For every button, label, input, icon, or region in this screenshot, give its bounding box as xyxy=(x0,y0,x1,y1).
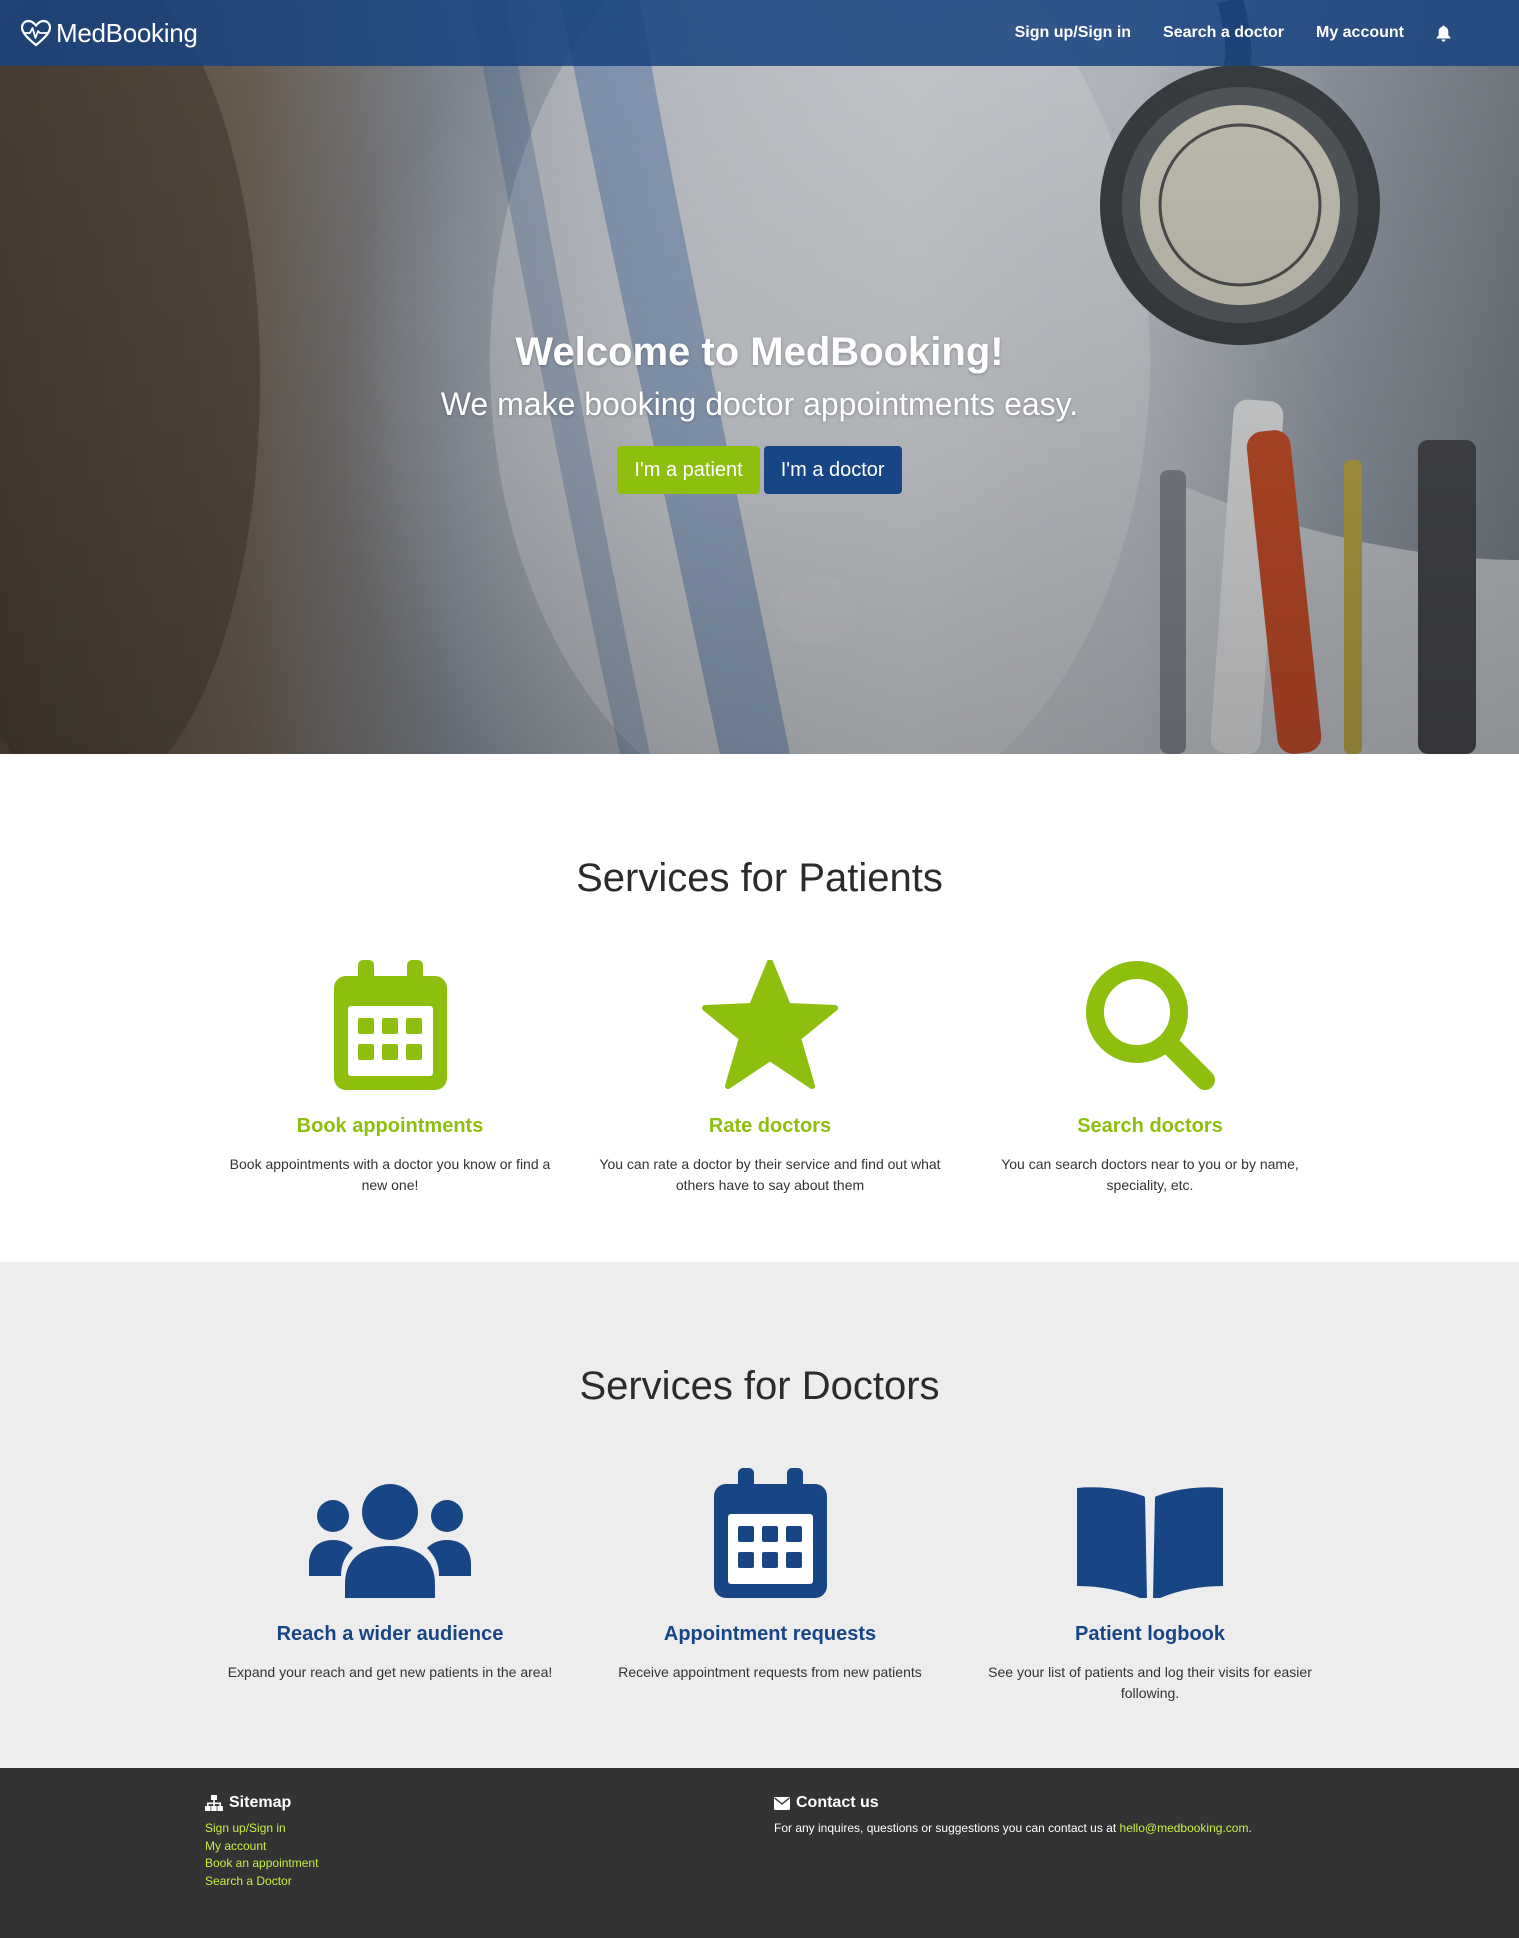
bell-icon xyxy=(1436,25,1451,42)
doctor-button[interactable]: I'm a doctor xyxy=(763,446,902,494)
doctor-card-requests-desc: Receive appointment requests from new pa… xyxy=(618,1664,922,1680)
sitemap-list: Sign up/Sign in My account Book an appoi… xyxy=(205,1820,318,1890)
doctors-services-section: Services for Doctors Reach a wider audie… xyxy=(0,1262,1519,1768)
doctor-card-logbook-title: Patient logbook xyxy=(1075,1623,1225,1645)
hero-buttons: I'm a patient I'm a doctor xyxy=(0,446,1519,494)
envelope-icon xyxy=(774,1796,790,1810)
patient-card-rate-desc: You can rate a doctor by their service a… xyxy=(599,1156,941,1193)
doctor-card-requests: Appointment requests Receive appointment… xyxy=(580,1468,960,1704)
sitemap-link-search[interactable]: Search a Doctor xyxy=(205,1874,292,1888)
sitemap-icon xyxy=(205,1795,223,1811)
sitemap-link-signup[interactable]: Sign up/Sign in xyxy=(205,1821,286,1835)
patient-card-book: Book appointments Book appointments with… xyxy=(200,960,580,1196)
doctor-card-logbook-desc: See your list of patients and log their … xyxy=(988,1664,1312,1701)
contact-end: . xyxy=(1248,1821,1252,1835)
patient-card-rate: Rate doctors You can rate a doctor by th… xyxy=(580,960,960,1196)
doctor-card-audience-title: Reach a wider audience xyxy=(276,1623,504,1645)
patients-cards: Book appointments Book appointments with… xyxy=(200,960,1340,1196)
sitemap-link-book[interactable]: Book an appointment xyxy=(205,1856,318,1870)
calendar-icon xyxy=(713,1468,827,1598)
hero-content: Welcome to MedBooking! We make booking d… xyxy=(0,322,1519,494)
users-icon xyxy=(309,1484,471,1598)
heart-pulse-icon xyxy=(20,19,52,47)
contact-email-link[interactable]: hello@medbooking.com xyxy=(1120,1821,1249,1835)
search-icon xyxy=(1086,961,1215,1090)
calendar-icon xyxy=(333,960,447,1090)
book-open-icon xyxy=(1077,1487,1223,1598)
notifications-button[interactable] xyxy=(1436,25,1451,42)
page-footer: Sitemap Sign up/Sign in My account Book … xyxy=(0,1768,1519,1938)
footer-contact: Contact us For any inquires, questions o… xyxy=(774,1794,1252,1838)
contact-text: For any inquires, questions or suggestio… xyxy=(774,1820,1252,1838)
sitemap-title: Sitemap xyxy=(229,1794,292,1811)
top-navbar: MedBooking Sign up/Sign in Search a doct… xyxy=(0,0,1519,66)
patient-card-search: Search doctors You can search doctors ne… xyxy=(960,960,1340,1196)
nav-my-account[interactable]: My account xyxy=(1316,24,1404,42)
hero-subtitle: We make booking doctor appointments easy… xyxy=(440,386,1079,422)
contact-title: Contact us xyxy=(796,1794,879,1811)
patients-section-title: Services for Patients xyxy=(576,856,943,900)
doctors-section-title: Services for Doctors xyxy=(579,1364,940,1408)
brand-name: MedBooking xyxy=(56,17,198,48)
doctor-card-requests-title: Appointment requests xyxy=(663,1623,877,1645)
doctor-card-audience-desc: Expand your reach and get new patients i… xyxy=(227,1664,553,1680)
patient-card-search-desc: You can search doctors near to you or by… xyxy=(1001,1156,1299,1193)
nav-search-doctor[interactable]: Search a doctor xyxy=(1163,24,1284,42)
sitemap-link-account[interactable]: My account xyxy=(205,1839,266,1853)
hero-title: Welcome to MedBooking! xyxy=(515,330,1004,374)
footer-sitemap: Sitemap Sign up/Sign in My account Book … xyxy=(205,1794,318,1890)
doctor-card-audience: Reach a wider audience Expand your reach… xyxy=(200,1468,580,1704)
nav-signup-signin[interactable]: Sign up/Sign in xyxy=(1015,24,1131,42)
contact-description: For any inquires, questions or suggestio… xyxy=(774,1821,1120,1835)
patient-card-book-desc: Book appointments with a doctor you know… xyxy=(229,1156,551,1193)
patient-card-search-title: Search doctors xyxy=(1077,1115,1223,1137)
patient-card-rate-title: Rate doctors xyxy=(708,1115,832,1137)
patient-button[interactable]: I'm a patient xyxy=(617,446,760,494)
doctor-card-logbook: Patient logbook See your list of patient… xyxy=(960,1468,1340,1704)
brand-logo-link[interactable]: MedBooking xyxy=(20,13,198,53)
patients-services-section: Services for Patients Book appointments xyxy=(0,754,1519,1262)
patient-card-book-title: Book appointments xyxy=(296,1115,484,1137)
doctors-cards: Reach a wider audience Expand your reach… xyxy=(200,1468,1340,1704)
nav-links: Sign up/Sign in Search a doctor My accou… xyxy=(983,0,1519,66)
star-icon xyxy=(702,960,838,1089)
